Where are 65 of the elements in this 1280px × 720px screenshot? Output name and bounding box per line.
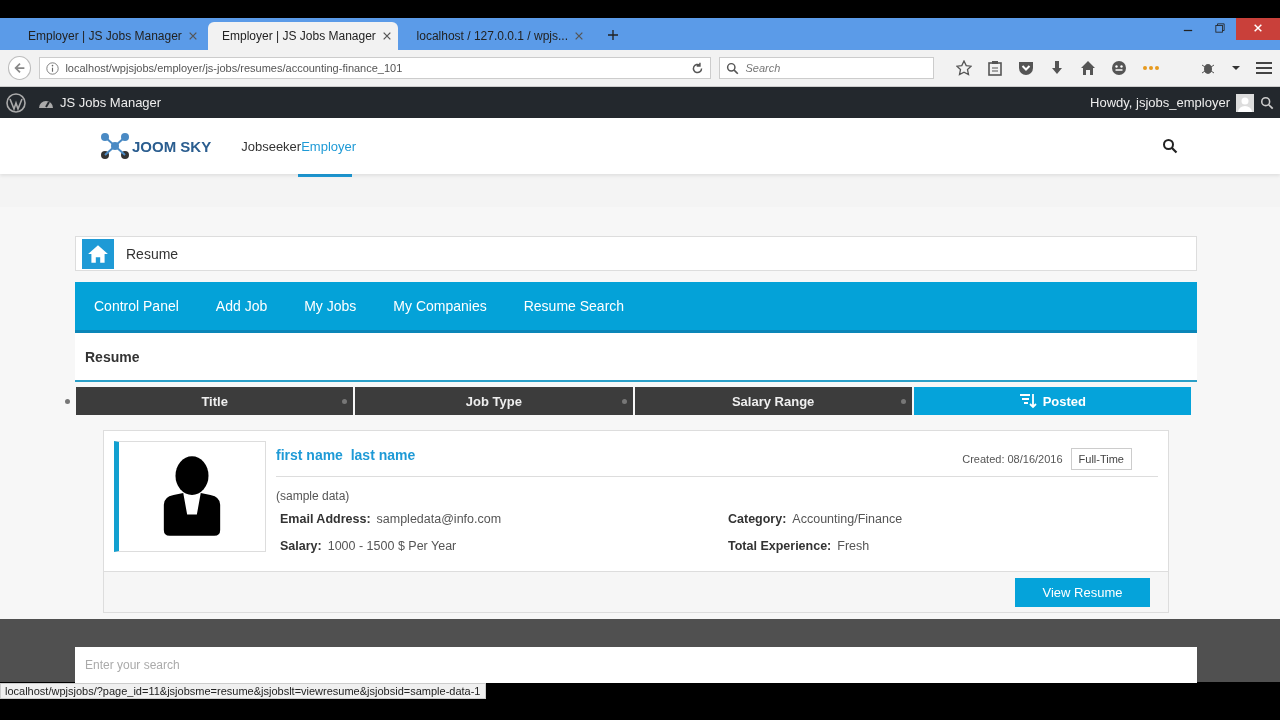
status-url: localhost/wpjsjobs/?page_id=11&jsjobsme=resume&jsjobslt=viewresume&jsjobsid=sample-data-1 bbox=[0, 683, 486, 699]
sort-button[interactable]: Salary Range bbox=[634, 387, 912, 415]
active-role-indicator bbox=[298, 174, 352, 177]
search-field[interactable]: Search bbox=[719, 57, 934, 79]
nav-link[interactable]: My Companies bbox=[393, 298, 487, 314]
field-value: sampledata@info.com bbox=[376, 512, 502, 526]
role-link[interactable]: Jobseeker bbox=[241, 138, 302, 154]
caret-icon[interactable] bbox=[1231, 65, 1241, 71]
pocket-icon[interactable] bbox=[1018, 60, 1034, 76]
search-input[interactable]: Enter your search bbox=[75, 647, 1197, 683]
nav-link[interactable]: My Jobs bbox=[304, 298, 357, 314]
search-icon[interactable] bbox=[1260, 95, 1274, 110]
wordpress-logo-icon[interactable] bbox=[6, 92, 26, 113]
section-title: Resume bbox=[75, 333, 1197, 382]
browser-tab[interactable]: Employer | JS Jobs Manager bbox=[208, 22, 398, 50]
home-button[interactable] bbox=[82, 238, 114, 269]
search-icon[interactable] bbox=[1162, 138, 1178, 154]
sort-descending-icon bbox=[1018, 393, 1037, 409]
info-icon bbox=[46, 61, 60, 75]
menu-icon[interactable] bbox=[1256, 61, 1272, 75]
field-value: 1000 - 1500 $ Per Year bbox=[327, 539, 457, 553]
nav-link[interactable]: Resume Search bbox=[523, 298, 625, 314]
created-date: Created: 08/16/2016 bbox=[962, 452, 1063, 465]
sort-dot-icon bbox=[900, 399, 906, 404]
address-bar[interactable]: localhost/wpjsjobs/employer/js-jobs/resumes/accounting-finance_101 bbox=[39, 57, 712, 79]
job-type-tag: Full-Time bbox=[1070, 447, 1132, 470]
download-icon[interactable] bbox=[1049, 60, 1065, 76]
logo-text: JOOM SKY bbox=[132, 137, 212, 155]
user-greeting-link[interactable]: Howdy, jsjobs_employer bbox=[1090, 95, 1230, 110]
role-link[interactable]: Employer bbox=[301, 138, 357, 154]
view-resume-button[interactable]: View Resume bbox=[1015, 577, 1150, 607]
breadcrumb-text: Resume bbox=[126, 245, 179, 262]
smiley-icon[interactable] bbox=[1111, 60, 1127, 76]
user-avatar-icon[interactable] bbox=[1236, 93, 1254, 112]
site-link[interactable]: JS Jobs Manager bbox=[60, 95, 162, 110]
sample-note: (sample data) bbox=[276, 489, 351, 503]
dots-icon[interactable] bbox=[1142, 64, 1160, 72]
sort-button[interactable]: Posted bbox=[913, 387, 1191, 415]
reload-icon[interactable] bbox=[691, 61, 705, 75]
resume-name-link[interactable]: first name last name bbox=[276, 446, 416, 463]
field-value: Fresh bbox=[837, 539, 870, 553]
search-icon bbox=[726, 61, 740, 75]
star-icon[interactable] bbox=[956, 60, 972, 76]
restore-icon bbox=[1215, 23, 1225, 33]
sort-button[interactable]: Job Type bbox=[355, 387, 633, 415]
field-value: Accounting/Finance bbox=[792, 512, 903, 526]
network-logo-icon bbox=[100, 132, 130, 160]
sort-button[interactable]: Title bbox=[76, 387, 354, 415]
back-button[interactable] bbox=[8, 56, 32, 80]
browser-tab[interactable]: Employer | JS Jobs Manager bbox=[14, 22, 204, 50]
field-label: Category: bbox=[728, 512, 787, 526]
home-icon bbox=[87, 243, 109, 264]
clipboard-icon[interactable] bbox=[987, 60, 1003, 76]
browser-tab[interactable]: localhost / 127.0.0.1 / wpjs... bbox=[402, 22, 592, 50]
nav-link[interactable]: Add Job bbox=[215, 298, 268, 314]
sort-dot-icon bbox=[621, 399, 627, 404]
field-label: Total Experience: bbox=[728, 539, 832, 553]
bullet-dot bbox=[65, 399, 70, 404]
field-label: Salary: bbox=[280, 539, 322, 553]
url-text: localhost/wpjsjobs/employer/js-jobs/resumes/accounting-finance_101 bbox=[65, 62, 404, 74]
home-icon[interactable] bbox=[1080, 60, 1096, 76]
field-label: Email Address: bbox=[280, 512, 371, 526]
nav-link[interactable]: Control Panel bbox=[94, 298, 179, 314]
back-arrow-icon bbox=[12, 61, 27, 75]
sort-dot-icon bbox=[342, 399, 348, 404]
